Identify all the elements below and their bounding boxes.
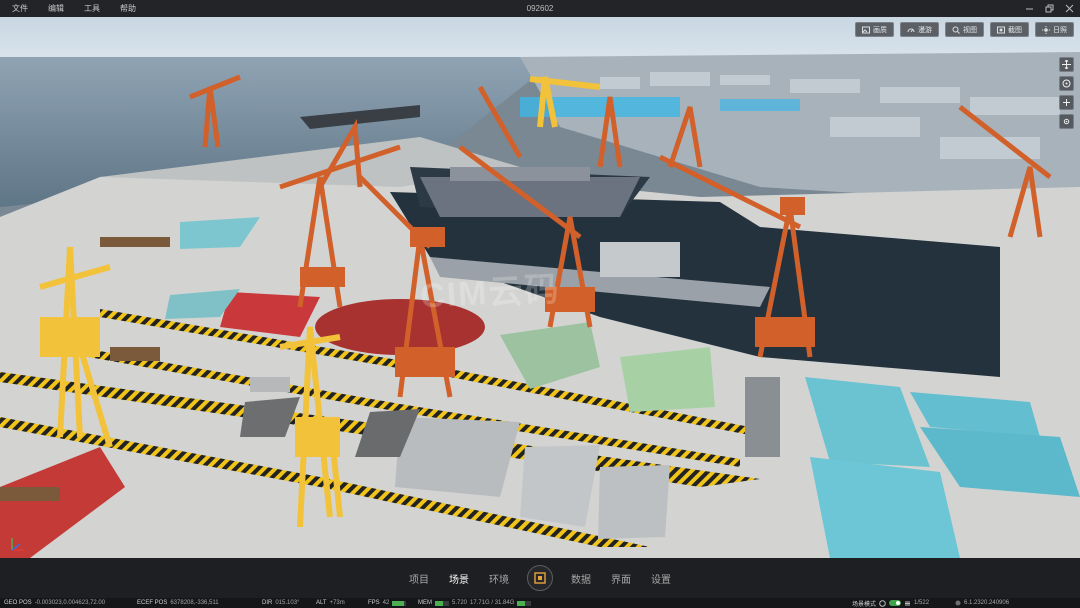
minimize-button[interactable] bbox=[1024, 4, 1034, 14]
sun-icon bbox=[1042, 25, 1050, 34]
speed-icon bbox=[907, 28, 915, 32]
altitude: ALT +73m bbox=[316, 598, 345, 608]
ecef-pos: ECEF POS 6378208,-336,511 bbox=[137, 598, 219, 608]
page-indicator: 1/522 bbox=[914, 600, 930, 606]
list-icon bbox=[905, 601, 911, 605]
gpu-meter bbox=[517, 600, 532, 606]
view-button[interactable]: 视图 bbox=[945, 22, 984, 37]
roam-button[interactable]: 漫游 bbox=[900, 22, 939, 37]
orbit-icon bbox=[1062, 79, 1071, 88]
tab-data[interactable]: 数据 bbox=[561, 571, 601, 586]
tab-environment[interactable]: 环境 bbox=[479, 571, 519, 586]
app-window: 文件 编辑 工具 帮助 092602 CIM云码 画质 漫游 视图 截图 日照 … bbox=[0, 0, 1080, 608]
tab-scene[interactable]: 场景 bbox=[439, 571, 479, 586]
sunlight-label: 日照 bbox=[1053, 26, 1067, 34]
app-logo-icon bbox=[534, 572, 546, 584]
home-button[interactable] bbox=[527, 565, 553, 591]
direction: DIR 015.103° bbox=[262, 598, 299, 608]
viewport-toolbar: 画质 漫游 视图 截图 日照 bbox=[855, 22, 1074, 37]
menu-edit[interactable]: 编辑 bbox=[38, 0, 74, 17]
close-button[interactable] bbox=[1064, 4, 1074, 14]
port-scene bbox=[0, 17, 1080, 558]
alt-value: +73m bbox=[329, 600, 345, 606]
geo-pos: GEO POS -0.003023,0.004623,72.00 bbox=[4, 598, 105, 608]
navigation-tools bbox=[1059, 57, 1074, 129]
nav-right-group: 数据 界面 设置 bbox=[561, 571, 681, 586]
dir-label: DIR bbox=[262, 600, 273, 606]
quality-button[interactable]: 画质 bbox=[855, 22, 894, 37]
fps-meter bbox=[392, 600, 407, 606]
settings-icon bbox=[1063, 118, 1070, 125]
info-icon bbox=[955, 600, 961, 606]
fps-label: FPS bbox=[368, 600, 380, 606]
bottom-nav: 项目 场景 环境 数据 界面 设置 bbox=[0, 558, 1080, 598]
ecef-pos-label: ECEF POS bbox=[137, 600, 168, 606]
dir-value: 015.103° bbox=[275, 600, 300, 606]
view-icon bbox=[952, 26, 960, 34]
view-label: 视图 bbox=[963, 26, 977, 34]
tab-project[interactable]: 项目 bbox=[399, 571, 439, 586]
menu-tools[interactable]: 工具 bbox=[74, 0, 110, 17]
mode-label: 场景模式 bbox=[852, 601, 877, 608]
restore-button[interactable] bbox=[1044, 4, 1054, 14]
tab-interface[interactable]: 界面 bbox=[601, 571, 641, 586]
zoom-button[interactable] bbox=[1059, 95, 1074, 110]
ecef-pos-value: 6378208,-336,511 bbox=[170, 600, 219, 606]
zoom-icon bbox=[1063, 99, 1070, 106]
quality-label: 画质 bbox=[873, 26, 887, 34]
alt-label: ALT bbox=[316, 600, 327, 606]
minimize-icon bbox=[1025, 8, 1033, 10]
menu-file[interactable]: 文件 bbox=[8, 0, 38, 17]
green-block-2 bbox=[620, 347, 715, 412]
orbit-button[interactable] bbox=[1059, 76, 1074, 91]
geo-pos-label: GEO POS bbox=[4, 600, 32, 606]
mem-value: 5.720 bbox=[452, 600, 468, 606]
mem-meter bbox=[435, 600, 449, 606]
fps-value: 42 bbox=[382, 600, 390, 606]
screenshot-button[interactable]: 截图 bbox=[990, 22, 1029, 37]
version-value: 6.1.2320.240906 bbox=[964, 600, 1010, 606]
menu-help[interactable]: 帮助 bbox=[110, 0, 146, 17]
status-bar: GEO POS -0.003023,0.004623,72.00 ECEF PO… bbox=[0, 598, 1080, 608]
settings-button[interactable] bbox=[1059, 114, 1074, 129]
move-icon bbox=[1062, 60, 1071, 69]
tab-settings[interactable]: 设置 bbox=[641, 571, 681, 586]
version: 6.1.2320.240906 bbox=[955, 598, 1009, 608]
image-icon bbox=[862, 26, 870, 33]
mode-toggle[interactable] bbox=[889, 600, 902, 606]
scene-mode[interactable]: 场景模式 1/522 bbox=[852, 598, 929, 608]
window-controls bbox=[1024, 0, 1074, 17]
title-bar: 文件 编辑 工具 帮助 092602 bbox=[0, 0, 1080, 17]
screenshot-label: 截图 bbox=[1008, 26, 1022, 34]
roam-label: 漫游 bbox=[918, 26, 932, 34]
screenshot-icon bbox=[997, 26, 1005, 33]
mem-label: MEM bbox=[418, 600, 432, 606]
menu-bar: 文件 编辑 工具 帮助 bbox=[0, 0, 146, 17]
pan-button[interactable] bbox=[1059, 57, 1074, 72]
fps: FPS 42 bbox=[368, 598, 407, 608]
gauge-icon bbox=[879, 599, 886, 607]
window-title: 092602 bbox=[526, 4, 554, 13]
gpu-mem-value: 17.71G / 31.84G bbox=[470, 600, 515, 606]
nav-left-group: 项目 场景 环境 bbox=[399, 571, 519, 586]
close-icon bbox=[1065, 4, 1073, 13]
sunlight-button[interactable]: 日照 bbox=[1035, 22, 1074, 37]
3d-viewport[interactable]: CIM云码 画质 漫游 视图 截图 日照 bbox=[0, 17, 1080, 558]
red-hull-section bbox=[315, 299, 485, 355]
memory: MEM 5.720 17.71G / 31.84G bbox=[418, 598, 532, 608]
geo-pos-value: -0.003023,0.004623,72.00 bbox=[34, 600, 106, 606]
restore-icon bbox=[1045, 4, 1053, 13]
axis-gizmo-icon bbox=[11, 538, 24, 551]
